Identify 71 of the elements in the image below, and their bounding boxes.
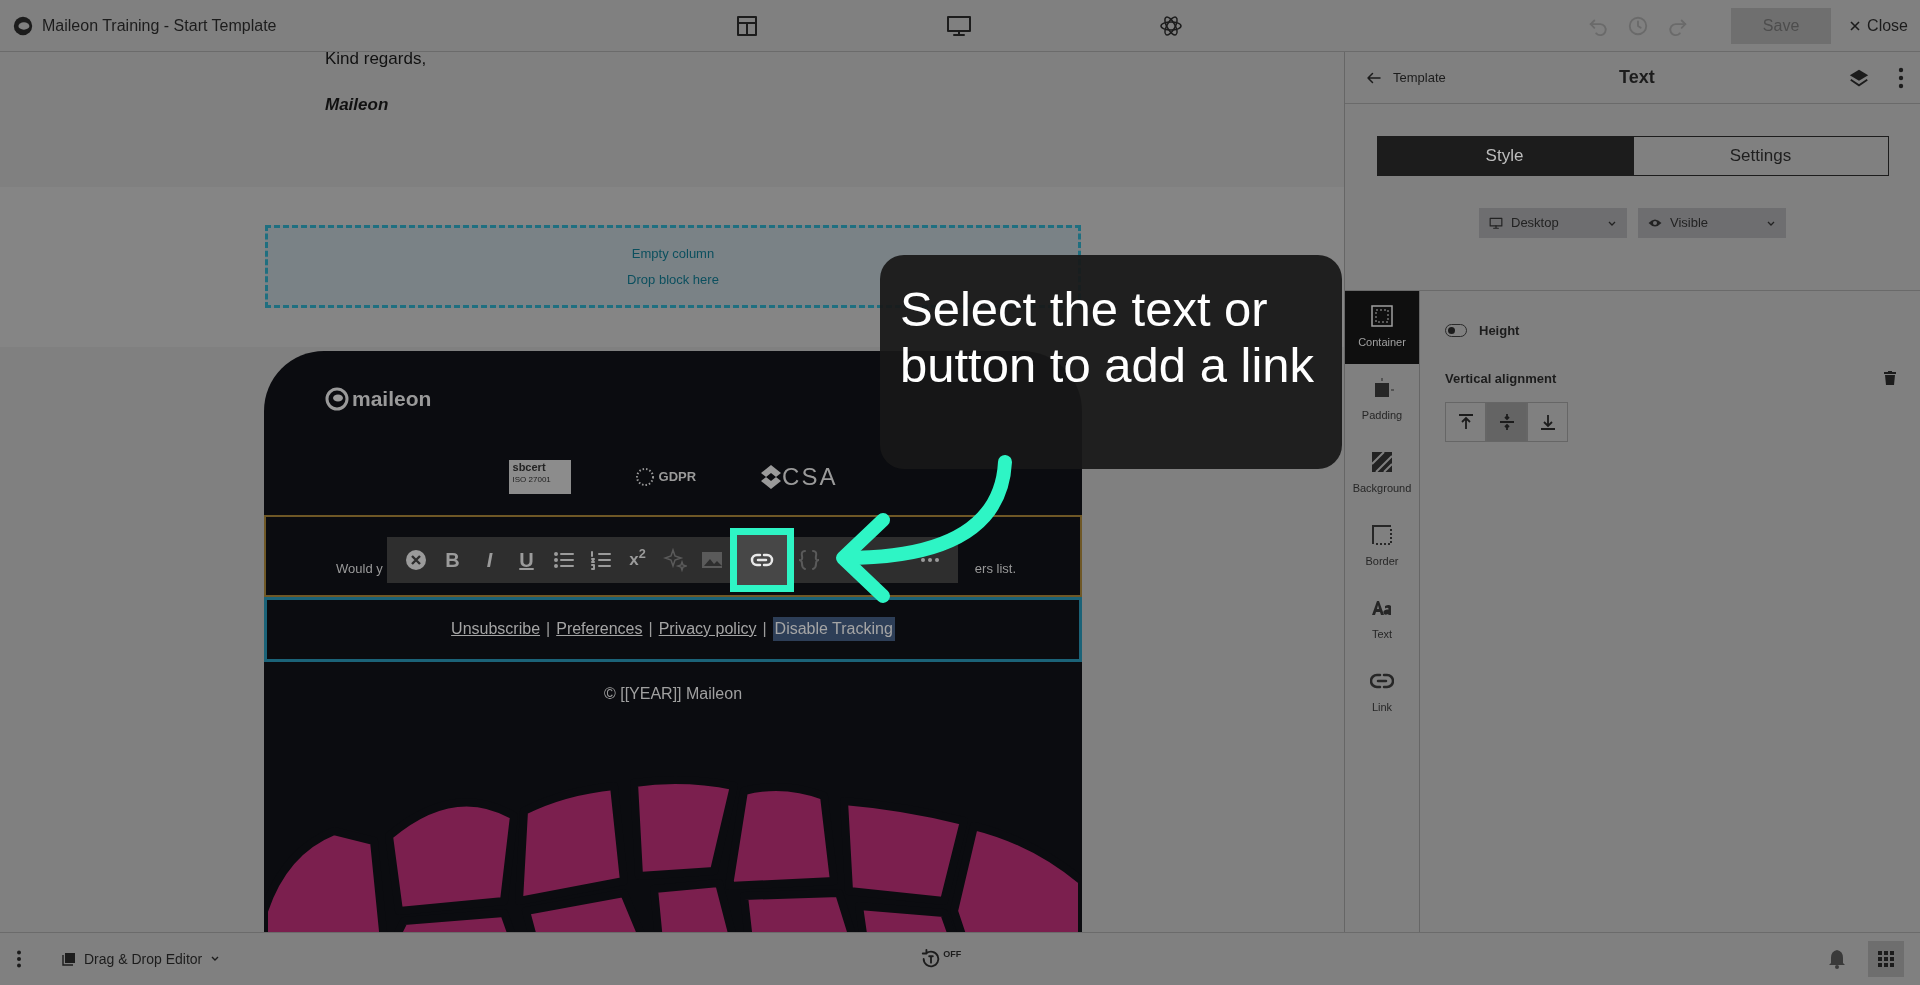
badge-text: sbcert (512, 461, 546, 473)
badge-text: GDPR (658, 467, 697, 486)
close-icon (1849, 19, 1862, 32)
diamond-logo-icon (760, 463, 783, 490)
desktop-icon[interactable] (946, 13, 972, 38)
logo-text: maileon (352, 386, 432, 412)
align-middle-button[interactable] (1486, 402, 1527, 442)
footer-links-block[interactable]: Unsubscribe | Preferences | Privacy policy | Disable Tracking (264, 596, 1082, 662)
italic-button[interactable]: I (471, 540, 508, 580)
trash-icon[interactable] (1884, 371, 1896, 386)
greeting-text: Kind regards, (325, 52, 428, 70)
window-title: Maileon Training - Start Template (42, 15, 277, 36)
numbered-list-icon (588, 548, 613, 572)
side-tab[interactable]: Text (1345, 583, 1419, 656)
separator-text: | (762, 619, 767, 639)
footer-link[interactable]: Unsubscribe (451, 617, 541, 641)
visibility-dropdown[interactable]: Visible (1638, 208, 1786, 238)
superscript-button[interactable]: x$^{2}$ (619, 540, 656, 580)
footer-link[interactable]: Disable Tracking (772, 617, 895, 641)
close-button[interactable]: Close (1849, 13, 1908, 38)
side-tab[interactable]: Link (1345, 656, 1419, 729)
separator-text: | (546, 619, 551, 639)
placeholder-text: Empty column (631, 245, 715, 263)
field-label: Height (1479, 322, 1520, 340)
layout-icon[interactable] (735, 13, 759, 38)
side-tab[interactable]: Background (1345, 437, 1419, 510)
autosave-toggle[interactable]: OFF (920, 948, 962, 970)
link-button[interactable] (730, 528, 794, 592)
braces-icon (799, 548, 819, 572)
atom-icon[interactable] (1159, 13, 1183, 38)
notice-text: ers list. (974, 560, 1016, 578)
signature-text: Maileon (325, 93, 390, 116)
tab[interactable]: Style (1376, 136, 1633, 176)
tooltip: Select the text or button to add a link (880, 255, 1342, 469)
copyright-text: © [[YEAR]] Maileon (602, 683, 744, 704)
device-dropdown[interactable]: Desktop (1479, 208, 1627, 238)
kebab-menu-icon[interactable] (16, 950, 22, 968)
badge-text: ISO 27001 (512, 475, 551, 484)
kebab-menu-icon[interactable] (1898, 66, 1904, 89)
grid-icon (1878, 951, 1894, 967)
more-icon (918, 557, 941, 563)
logo-icon (325, 386, 349, 411)
container-icon (1370, 304, 1394, 329)
side-tab[interactable]: Padding (1345, 364, 1419, 437)
field-label: Vertical alignment (1445, 369, 1557, 388)
underline-button[interactable]: U (508, 540, 545, 580)
side-tab[interactable]: Container (1345, 291, 1419, 364)
star-ring-icon (634, 466, 655, 487)
editor-mode-dropdown[interactable]: Drag & Drop Editor (62, 948, 221, 970)
hatched-square-icon (1370, 450, 1394, 475)
apps-grid-button[interactable] (1868, 941, 1904, 977)
sparkle-icon (662, 548, 687, 572)
panel-title: Text (1618, 66, 1656, 89)
side-tab[interactable]: Border (1345, 510, 1419, 583)
placeholder-text: Drop block here (627, 270, 719, 289)
clear-format-icon (403, 548, 428, 572)
footer-link[interactable]: Preferences (556, 617, 643, 641)
stack-icon (62, 952, 76, 966)
footer-link[interactable]: Privacy policy (658, 617, 757, 641)
badge-text: CSA (782, 461, 838, 492)
tab[interactable]: Settings (1632, 136, 1889, 176)
logo-icon (12, 14, 34, 37)
align-top-button[interactable] (1445, 402, 1486, 442)
align-bottom-button[interactable] (1527, 402, 1568, 442)
back-button[interactable]: Template (1365, 67, 1446, 88)
bell-icon[interactable] (1828, 949, 1846, 969)
bold-button[interactable]: B (434, 540, 471, 580)
border-icon (1370, 523, 1394, 548)
separator-text: | (648, 619, 653, 639)
desktop-icon (1489, 216, 1503, 230)
notice-text: Would y (336, 560, 383, 578)
